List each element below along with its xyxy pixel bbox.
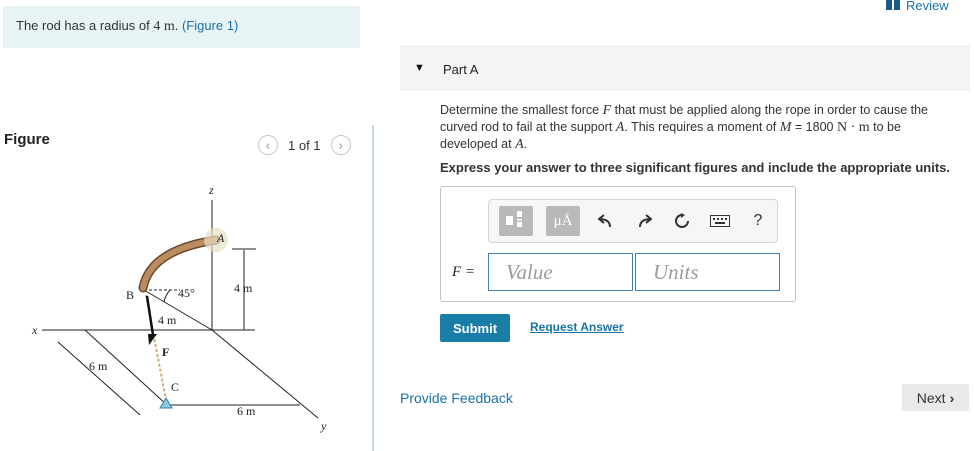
dimension-6m-left (57, 341, 141, 416)
force-arrow (145, 295, 155, 336)
problem-text-after: . (174, 18, 182, 33)
review-link[interactable]: Review (886, 0, 949, 13)
q-text: Determine the smallest force (440, 103, 603, 117)
figure-diagram: z x y A B C F 45° 4 m 4 m 6 m 6 m (31, 183, 327, 433)
request-answer-link[interactable]: Request Answer (530, 320, 624, 334)
answer-variable-label: F = (452, 263, 475, 281)
chevron-right-icon: › (949, 389, 955, 406)
problem-text-before: The rod has a radius of (16, 18, 154, 33)
label-6m-y: 6 m (237, 404, 256, 418)
q-symbol-A: A (515, 137, 524, 152)
label-A: A (216, 231, 225, 245)
units-button[interactable]: μÅ (546, 206, 580, 236)
next-button[interactable]: Next › (902, 384, 969, 411)
review-label: Review (906, 0, 949, 13)
templates-icon (505, 210, 527, 233)
figure-pager: ‹ 1 of 1 › (258, 134, 351, 156)
help-icon[interactable]: ? (747, 210, 769, 232)
label-height: 4 m (234, 281, 253, 295)
label-6m-x: 6 m (89, 359, 108, 373)
reset-icon[interactable] (671, 210, 693, 232)
keyboard-icon[interactable] (709, 210, 731, 232)
submit-button[interactable]: Submit (440, 314, 510, 342)
label-B: B (126, 288, 134, 302)
q-symbol-F: F (602, 103, 612, 118)
next-label: Next (916, 389, 946, 406)
collapse-caret-icon[interactable]: ▼ (414, 62, 425, 74)
radius-value: 4 m (153, 19, 175, 34)
chevron-left-icon: ‹ (265, 137, 271, 153)
value-input[interactable]: Value (488, 253, 633, 291)
q-symbol-M: M (779, 120, 792, 135)
figure-link[interactable]: (Figure 1) (182, 18, 238, 33)
templates-button[interactable] (499, 206, 533, 236)
label-F: F (162, 345, 169, 359)
question-text: Determine the smallest force F that must… (440, 102, 960, 153)
instruction-text: Express your answer to three significant… (440, 160, 950, 175)
math-toolbar: μÅ ? (488, 199, 778, 243)
figure-heading: Figure (4, 131, 50, 148)
label-angle: 45° (178, 286, 195, 300)
part-title: Part A (443, 62, 479, 77)
q-text: . This requires a moment of (624, 120, 780, 134)
redo-icon[interactable] (633, 210, 655, 232)
q-text: that must be applied along the rope in o… (611, 103, 929, 117)
label-radius: 4 m (158, 313, 177, 327)
q-text: = 1800 (791, 120, 837, 134)
q-text: curved rod to fail at the support (440, 120, 616, 134)
problem-statement: The rod has a radius of 4 m. (Figure 1) (16, 18, 238, 35)
support-A (204, 228, 228, 252)
panel-divider (372, 125, 374, 451)
q-text: developed at (440, 137, 516, 151)
prev-figure-button[interactable]: ‹ (258, 135, 278, 155)
next-figure-button[interactable]: › (330, 135, 351, 155)
figure-page-count: 1 of 1 (288, 137, 321, 153)
q-unit: N · m (836, 120, 870, 135)
variable-F: F = (452, 264, 476, 280)
part-header[interactable] (400, 45, 970, 91)
label-y: y (320, 419, 327, 433)
label-C: C (171, 380, 179, 394)
units-input[interactable]: Units (635, 253, 780, 291)
q-text: . (523, 137, 528, 151)
provide-feedback-link[interactable]: Provide Feedback (400, 390, 513, 406)
book-icon (886, 0, 900, 13)
chevron-right-icon: › (338, 137, 343, 153)
anchor-C (159, 397, 173, 409)
label-z: z (208, 183, 214, 197)
label-x: x (31, 323, 38, 337)
undo-icon[interactable] (595, 210, 617, 232)
q-text: to be (869, 120, 901, 134)
